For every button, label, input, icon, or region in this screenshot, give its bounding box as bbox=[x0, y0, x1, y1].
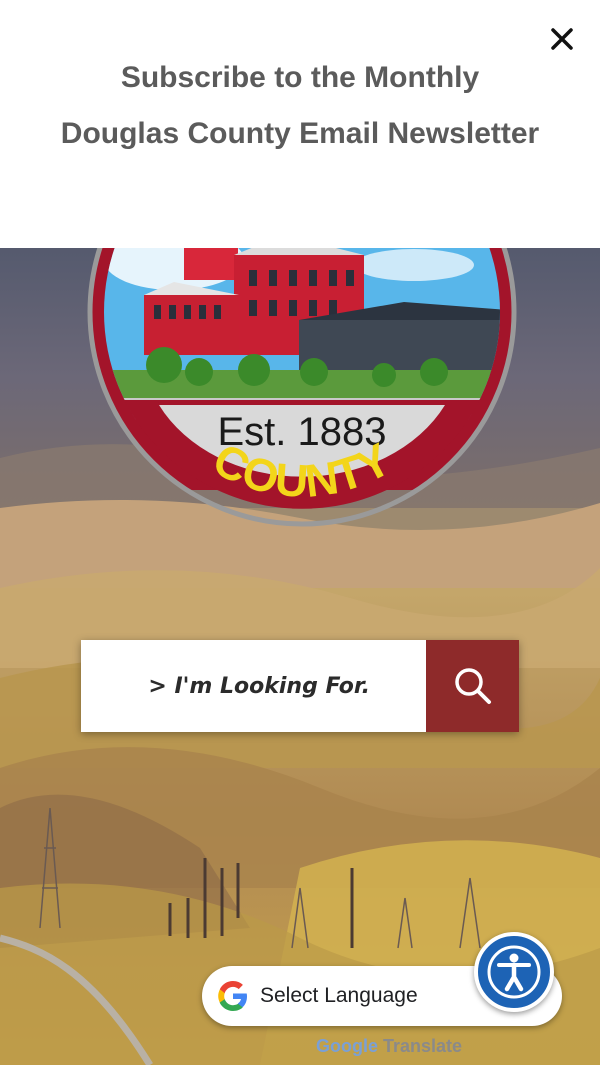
county-seal-logo: Est. 1883 COUNTY bbox=[87, 248, 517, 527]
search-input[interactable] bbox=[81, 640, 426, 732]
close-icon bbox=[551, 28, 573, 50]
search-icon bbox=[454, 668, 491, 704]
select-language-label: Select Language bbox=[260, 984, 418, 1007]
google-wordmark: Google bbox=[316, 1036, 378, 1056]
accessibility-button[interactable] bbox=[474, 932, 554, 1012]
translate-wordmark: Translate bbox=[383, 1036, 463, 1056]
search-button[interactable] bbox=[426, 640, 519, 732]
powered-by-google-translate[interactable]: Google Translate bbox=[316, 1036, 462, 1057]
accessibility-icon bbox=[487, 945, 541, 999]
newsletter-banner: Subscribe to the Monthly Douglas County … bbox=[0, 0, 600, 248]
close-button[interactable] bbox=[543, 20, 581, 58]
newsletter-title[interactable]: Subscribe to the Monthly Douglas County … bbox=[60, 50, 540, 162]
google-g-icon bbox=[218, 981, 247, 1011]
search-bar bbox=[81, 640, 519, 732]
